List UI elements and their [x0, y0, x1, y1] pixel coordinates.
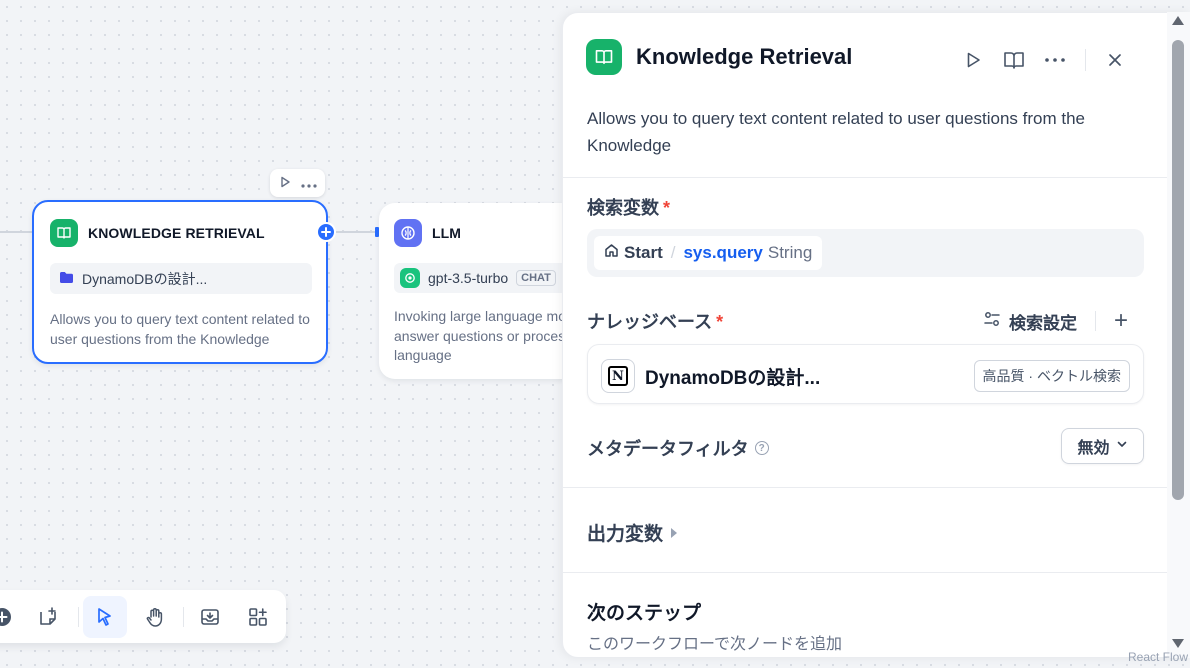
variable-type: String: [767, 243, 813, 262]
scroll-up-arrow[interactable]: [1172, 16, 1184, 25]
scroll-thumb[interactable]: [1172, 40, 1184, 500]
model-chip: gpt-3.5-turbo CHAT: [394, 263, 579, 293]
query-variable-selector[interactable]: Start / sys.query String: [587, 229, 1144, 277]
metadata-filter-label-text: メタデータフィルタ: [587, 439, 749, 459]
edge-in: [0, 231, 33, 233]
help-icon[interactable]: ?: [754, 441, 769, 455]
required-mark: *: [716, 312, 724, 332]
add-next-node-handle[interactable]: [316, 222, 336, 242]
react-flow-attribution[interactable]: React Flow: [1128, 650, 1188, 664]
node-title: KNOWLEDGE RETRIEVAL: [88, 225, 265, 241]
edge-kr-llm: [336, 231, 376, 233]
knowledge-dataset-item[interactable]: N DynamoDBの設計... 高品質 · ベクトル検索: [587, 344, 1144, 404]
index-mode-badge: 高品質 · ベクトル検索: [973, 360, 1130, 392]
notion-icon: N: [601, 359, 635, 393]
output-variables-label: 出力変数: [587, 524, 664, 545]
dataset-chip: DynamoDBの設計...: [50, 263, 312, 294]
next-step-subtitle: このワークフローで次ノードを追加: [587, 636, 843, 653]
node-title: LLM: [432, 225, 462, 241]
help-docs-button[interactable]: [999, 45, 1029, 75]
header-divider: [1085, 49, 1086, 71]
variable-source: Start: [624, 243, 663, 262]
node-description: Allows you to query text content related…: [50, 311, 310, 347]
panel-description[interactable]: Allows you to query text content related…: [587, 105, 1157, 159]
panel-title[interactable]: Knowledge Retrieval: [636, 44, 852, 70]
section-divider: [563, 177, 1169, 178]
retrieval-settings-button[interactable]: 検索設定: [983, 309, 1077, 334]
book-icon: [50, 219, 78, 247]
actions-divider: [1095, 311, 1096, 331]
canvas-toolbar: [0, 590, 286, 643]
section-divider: [563, 572, 1169, 573]
model-name: gpt-3.5-turbo: [428, 270, 509, 286]
folder-icon: [59, 271, 74, 287]
metadata-filter-label: メタデータフィルタ ?: [587, 435, 769, 461]
add-note-button[interactable]: [26, 596, 70, 638]
dataset-name: DynamoDBの設計...: [82, 270, 208, 287]
book-icon: [586, 39, 622, 75]
openai-icon: [400, 268, 420, 288]
dataset-name: DynamoDBの設計...: [645, 368, 821, 389]
metadata-filter-value: 無効: [1077, 440, 1110, 457]
close-button[interactable]: [1100, 45, 1130, 75]
metadata-filter-select[interactable]: 無効: [1061, 428, 1144, 464]
run-node-icon[interactable]: [279, 176, 291, 191]
llm-node[interactable]: LLM gpt-3.5-turbo CHAT Invoking large la…: [379, 203, 579, 379]
model-mode-badge: CHAT: [516, 270, 556, 286]
toolbar-divider: [183, 607, 184, 627]
knowledge-label: ナレッジベース *: [587, 308, 723, 334]
query-variable-label-text: 検索変数: [587, 198, 659, 218]
node-description: Invoking large language models to answer…: [394, 308, 579, 363]
variable-name: sys.query: [683, 243, 763, 262]
section-divider: [563, 487, 1169, 488]
required-mark: *: [663, 198, 671, 218]
run-step-button[interactable]: [958, 45, 988, 75]
export-image-button[interactable]: [188, 596, 232, 638]
scroll-down-arrow[interactable]: [1172, 639, 1184, 648]
organize-layout-button[interactable]: [236, 596, 280, 638]
more-options-button[interactable]: [1040, 45, 1070, 75]
settings-sliders-icon: [983, 310, 1001, 333]
chevron-down-icon: [1116, 437, 1128, 455]
add-knowledge-button[interactable]: +: [1114, 307, 1128, 335]
node-settings-panel: Knowledge Retrieval Allows you to query …: [562, 12, 1190, 658]
knowledge-label-text: ナレッジベース: [587, 312, 713, 332]
add-node-button[interactable]: [0, 596, 24, 638]
retrieval-settings-label: 検索設定: [1009, 313, 1077, 333]
llm-brain-icon: [394, 219, 422, 247]
caret-right-icon: [671, 527, 678, 538]
pointer-mode-button[interactable]: [83, 596, 127, 638]
toolbar-divider: [78, 607, 79, 627]
next-step-title: 次のステップ: [587, 603, 702, 624]
home-icon: [604, 243, 619, 263]
more-icon[interactable]: [300, 176, 317, 191]
output-variables-toggle[interactable]: 出力変数: [587, 519, 678, 546]
hand-mode-button[interactable]: [133, 596, 177, 638]
node-toolbar: [270, 169, 325, 197]
knowledge-retrieval-node[interactable]: KNOWLEDGE RETRIEVAL DynamoDBの設計... Allow…: [32, 200, 328, 364]
variable-separator: /: [670, 243, 676, 262]
variable-chip[interactable]: Start / sys.query String: [594, 236, 823, 270]
query-variable-label: 検索変数 *: [587, 194, 670, 220]
